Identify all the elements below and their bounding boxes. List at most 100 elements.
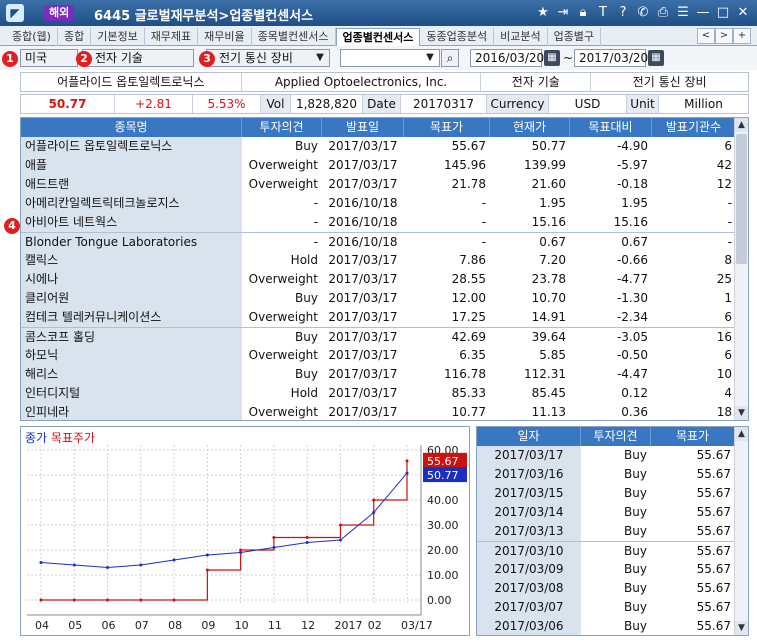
history-scrollbar[interactable]: ▲ ▼ xyxy=(734,427,748,635)
tab-3[interactable]: 재무제표 xyxy=(145,28,199,46)
table-row[interactable]: 2017/03/06 Buy 55.67 xyxy=(477,617,748,635)
table-row[interactable]: 2017/03/17 Buy 55.67 xyxy=(477,446,748,465)
x-tick-label: 06 xyxy=(102,619,116,632)
column-header[interactable]: 목표대비 xyxy=(570,118,652,137)
table-row[interactable]: 하모닉 Overweight 2017/03/17 6.35 5.85 -0.50 6 xyxy=(21,346,748,365)
scroll-thumb[interactable] xyxy=(736,134,747,264)
text-icon[interactable]: T xyxy=(595,4,611,22)
table-cell: - xyxy=(313,196,318,210)
table-cell: 2017/03/17 xyxy=(328,158,398,172)
menu-icon[interactable]: ☰ xyxy=(675,4,691,22)
table-row[interactable]: 2017/03/16 Buy 55.67 xyxy=(477,465,748,484)
table-row[interactable]: 인터디지털 Hold 2017/03/17 85.33 85.45 0.12 4 xyxy=(21,384,748,403)
tab-add-button[interactable]: + xyxy=(733,28,751,44)
print-icon[interactable]: ⎙ xyxy=(655,4,671,22)
column-header[interactable]: 발표일 xyxy=(322,118,404,137)
table-row[interactable]: 컴테크 텔레커뮤니케이션스 Overweight 2017/03/17 17.25 14… xyxy=(21,308,748,327)
tab-1[interactable]: 종합 xyxy=(58,28,92,46)
table-row[interactable]: 2017/03/13 Buy 55.67 xyxy=(477,522,748,541)
column-header[interactable]: 현재가 xyxy=(490,118,570,137)
scroll-up-icon[interactable]: ▲ xyxy=(735,427,748,441)
table-row[interactable]: 2017/03/07 Buy 55.67 xyxy=(477,598,748,617)
maximize-icon[interactable]: □ xyxy=(715,4,731,22)
search-button[interactable]: ⌕ xyxy=(441,49,459,67)
column-header[interactable]: 투자의견 xyxy=(581,427,651,446)
industry-select[interactable]: 전기 통신 장비 ▼ xyxy=(206,49,330,67)
table-cell: 23.78 xyxy=(531,272,566,286)
table-row[interactable]: 아메리칸일렉트릭테크놀로지스 -2016/10/18-1.95 1.95- xyxy=(21,194,748,213)
lock-icon[interactable]: 🔒︎ xyxy=(575,4,591,22)
table-row[interactable]: 2017/03/08 Buy 55.67 xyxy=(477,579,748,598)
table-row[interactable]: 시에나 Overweight 2017/03/17 28.55 23.78 -4.77 25 xyxy=(21,270,748,289)
calendar-from-icon[interactable]: ▦ xyxy=(544,50,560,66)
table-row[interactable]: 해리스 Buy 2017/03/17 116.78 112.31 -4.47 10 xyxy=(21,365,748,384)
tab-7[interactable]: 동종업종분석 xyxy=(420,28,495,46)
table-row[interactable]: 인피네라 Overweight 2017/03/17 10.77 11.13 0.36 18 xyxy=(21,403,748,420)
date-value: 20170317 xyxy=(401,95,487,113)
export-icon[interactable]: ⇥ xyxy=(555,4,571,22)
company-sector: 전자 기술 xyxy=(481,73,592,91)
table-cell: 컴테크 텔레커뮤니케이션스 xyxy=(21,308,242,327)
table-scrollbar[interactable]: ▲ ▼ xyxy=(734,118,748,420)
table-cell: 25 xyxy=(716,272,732,286)
table-cell: 6 xyxy=(724,348,732,362)
scroll-up-icon[interactable]: ▲ xyxy=(735,118,748,132)
tab-8[interactable]: 비교분석 xyxy=(494,28,548,46)
minimize-icon[interactable]: — xyxy=(695,4,711,22)
table-row[interactable]: 2017/03/10 Buy 55.67 xyxy=(477,541,748,561)
column-header[interactable]: 발표기관수 xyxy=(652,118,736,137)
table-cell: Buy xyxy=(624,467,647,481)
scroll-down-icon[interactable]: ▼ xyxy=(735,621,748,635)
table-cell: 16 xyxy=(716,330,732,344)
table-row[interactable]: 애플 Overweight 2017/03/17 145.96 139.99 -5.97 4… xyxy=(21,156,748,175)
tab-9[interactable]: 업종별구 xyxy=(548,28,602,46)
overseas-badge[interactable]: 해외 xyxy=(44,5,75,21)
table-row[interactable]: 애드트랜 Overweight 2017/03/17 21.78 21.60 -0.18 1… xyxy=(21,175,748,194)
table-cell: 캘릭스 xyxy=(21,251,242,270)
table-cell: -4.77 xyxy=(616,272,648,286)
column-header[interactable]: 투자의견 xyxy=(242,118,322,137)
search-input[interactable]: ▼ xyxy=(340,49,440,67)
tab-5[interactable]: 종목별컨센서스 xyxy=(252,28,336,46)
table-cell: 2017/03/07 xyxy=(477,598,581,617)
tab-next-button[interactable]: > xyxy=(715,28,733,44)
industry-select-value: 전기 통신 장비 xyxy=(219,51,293,65)
table-row[interactable]: 클리어원 Buy 2017/03/17 12.00 10.70 -1.30 1 xyxy=(21,289,748,308)
table-cell: 1.95 xyxy=(621,196,648,210)
quote-row: 50.77 +2.81 5.53% Vol 1,828,820 Date 201… xyxy=(20,94,749,114)
table-row[interactable]: 2017/03/14 Buy 55.67 xyxy=(477,503,748,522)
date-from-input[interactable]: 2016/03/20 xyxy=(470,49,544,67)
table-cell: -4.90 xyxy=(616,139,648,153)
tab-2[interactable]: 기본정보 xyxy=(91,28,145,46)
tab-4[interactable]: 재무비율 xyxy=(198,28,252,46)
tab-0[interactable]: 종합(웹) xyxy=(6,28,58,46)
table-row[interactable]: 콤스코프 홀딩 Buy 2017/03/17 42.69 39.64 -3.05 16 xyxy=(21,327,748,347)
sector-select[interactable]: 전자 기술 xyxy=(82,49,194,67)
table-cell: 145.96 xyxy=(444,158,486,172)
y-tick-label: 0.00 xyxy=(427,594,452,607)
column-header[interactable]: 목표가 xyxy=(651,427,735,446)
table-row[interactable]: 캘릭스 Hold 2017/03/17 7.86 7.20 -0.66 8 xyxy=(21,251,748,270)
column-header[interactable]: 일자 xyxy=(477,427,581,446)
table-cell: 1 xyxy=(724,291,732,305)
column-header[interactable]: 목표가 xyxy=(404,118,490,137)
star-icon[interactable]: ★ xyxy=(535,4,551,22)
table-cell: 2017/03/17 xyxy=(328,330,398,344)
calendar-to-icon[interactable]: ▦ xyxy=(648,50,664,66)
table-row[interactable]: 2017/03/09 Buy 55.67 xyxy=(477,560,748,579)
badge-4: 4 xyxy=(4,218,20,234)
scroll-down-icon[interactable]: ▼ xyxy=(735,406,748,420)
table-cell: 10.70 xyxy=(531,291,566,305)
column-header[interactable]: 종목명 xyxy=(21,118,242,137)
tab-prev-button[interactable]: < xyxy=(697,28,715,44)
table-row[interactable]: 어플라이드 옵토일렉트로닉스 Buy 2017/03/17 55.67 50.77 -4.… xyxy=(21,137,748,156)
table-row[interactable]: Blonder Tongue Laboratories -2016/10/18-0… xyxy=(21,232,748,252)
country-select[interactable]: 미국 xyxy=(20,49,78,67)
help-icon[interactable]: ? xyxy=(615,4,631,22)
table-row[interactable]: 아비아트 네트웍스 -2016/10/18-15.16 15.16- xyxy=(21,213,748,232)
close-icon[interactable]: ✕ xyxy=(735,4,751,22)
tab-6[interactable]: 업종별컨센서스 xyxy=(335,28,421,46)
table-row[interactable]: 2017/03/15 Buy 55.67 xyxy=(477,484,748,503)
date-to-input[interactable]: 2017/03/20 xyxy=(574,49,648,67)
phone-icon[interactable]: ✆ xyxy=(635,4,651,22)
